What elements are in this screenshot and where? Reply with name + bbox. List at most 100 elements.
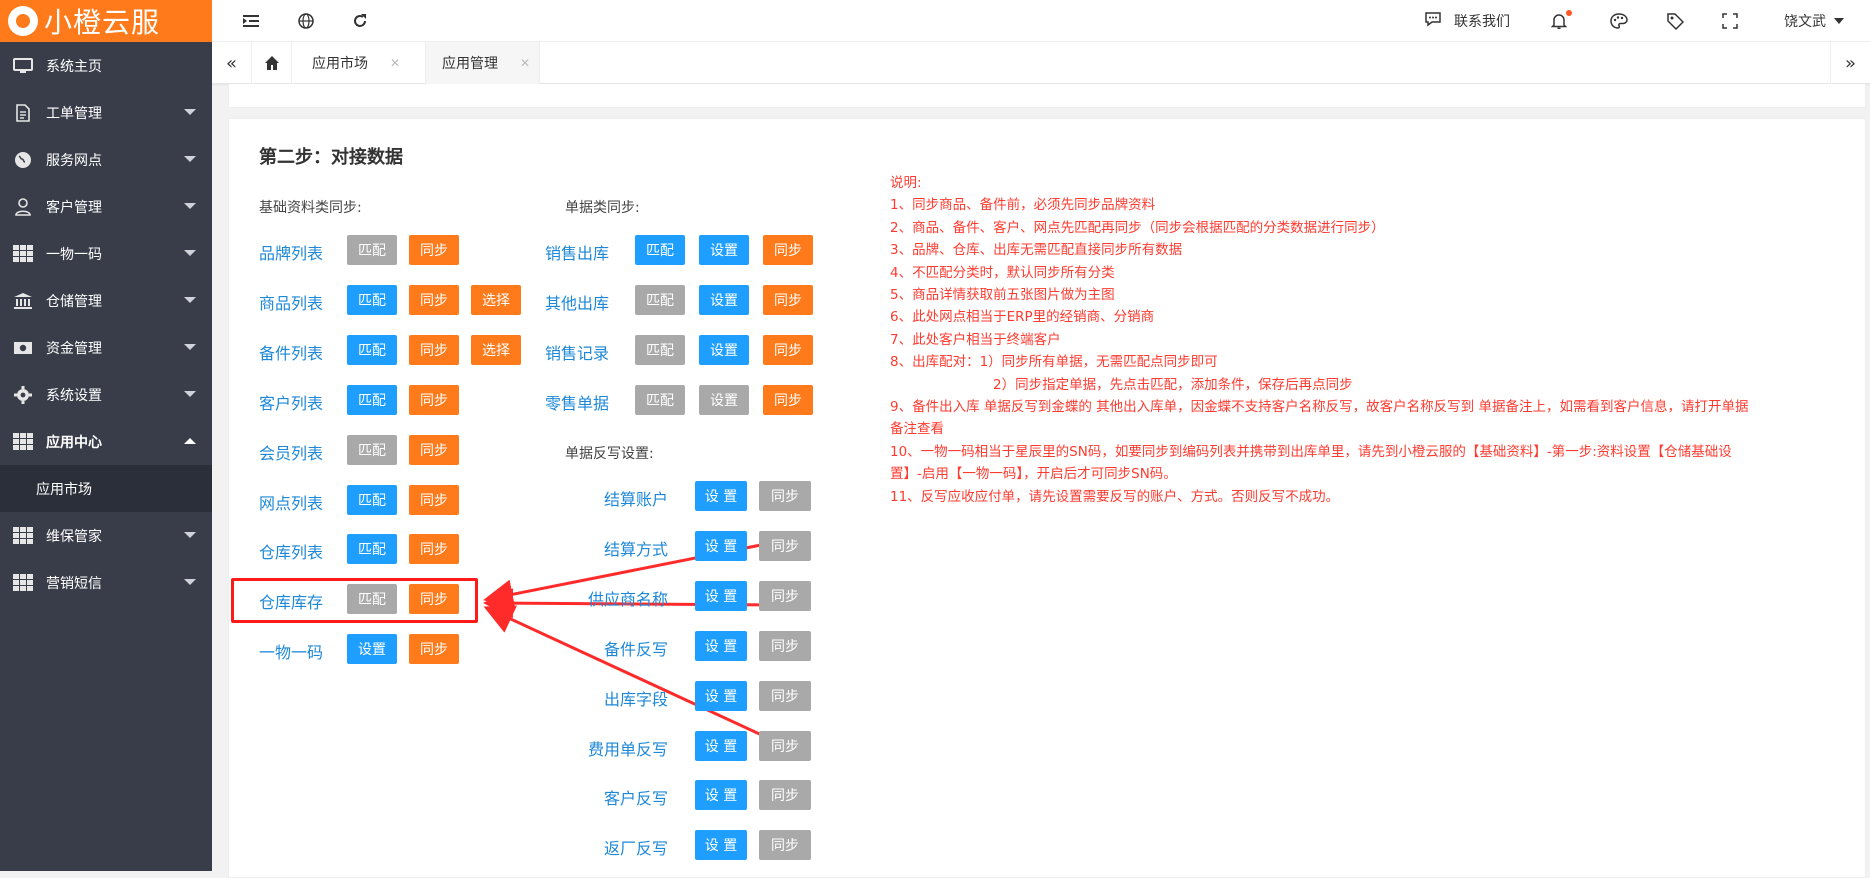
user-menu[interactable]: 饶文武 xyxy=(1784,0,1844,42)
sidebar-item-app-center[interactable]: 应用中心 xyxy=(0,418,212,465)
match-button[interactable]: 匹配 xyxy=(347,534,397,565)
sidebar-item-customers[interactable]: 客户管理 xyxy=(0,183,212,230)
sync-item-link[interactable]: 仓库列表 xyxy=(259,539,323,563)
sync-button[interactable]: 同步 xyxy=(409,584,459,615)
writeback-item-link[interactable]: 费用单反写 xyxy=(588,736,668,760)
match-button[interactable]: 匹配 xyxy=(635,235,685,265)
sync-button[interactable]: 同步 xyxy=(763,334,813,365)
match-button[interactable]: 匹配 xyxy=(347,434,397,465)
sync-button[interactable]: 同步 xyxy=(409,284,459,315)
sync-button[interactable]: 同步 xyxy=(759,530,811,561)
tab-app-management[interactable]: 应用管理 ✕ xyxy=(426,42,540,84)
sync-button[interactable]: 同步 xyxy=(409,484,459,515)
sync-button[interactable]: 同步 xyxy=(409,534,459,565)
settings-button[interactable]: 设 置 xyxy=(695,580,747,611)
sync-item-link[interactable]: 品牌列表 xyxy=(259,240,323,264)
writeback-item-link[interactable]: 客户反写 xyxy=(604,785,668,809)
sync-button[interactable]: 同步 xyxy=(759,780,811,811)
settings-button[interactable]: 设置 xyxy=(347,634,397,665)
sync-item-link[interactable]: 备件列表 xyxy=(259,340,323,364)
match-button[interactable]: 匹配 xyxy=(635,334,685,365)
home-tab-icon[interactable] xyxy=(252,42,292,84)
settings-button[interactable]: 设 置 xyxy=(695,481,747,511)
sync-item-link[interactable]: 销售记录 xyxy=(545,340,609,364)
sync-button[interactable]: 同步 xyxy=(409,235,459,265)
sidebar-item-sms[interactable]: 营销短信 xyxy=(0,559,212,606)
sidebar-item-home[interactable]: 系统主页 xyxy=(0,42,212,89)
sidebar-item-warehouse[interactable]: 仓储管理 xyxy=(0,277,212,324)
sync-item-link[interactable]: 其他出库 xyxy=(545,290,609,314)
globe-icon[interactable] xyxy=(298,0,314,42)
sync-item-link[interactable]: 销售出库 xyxy=(545,240,609,264)
sync-button[interactable]: 同步 xyxy=(759,680,811,711)
tag-icon[interactable] xyxy=(1666,0,1684,42)
sidebar-item-maintenance[interactable]: 维保管家 xyxy=(0,512,212,559)
contact-us-link[interactable]: 联系我们 xyxy=(1424,0,1510,42)
sync-button[interactable]: 同步 xyxy=(759,730,811,761)
sync-button[interactable]: 同步 xyxy=(409,334,459,365)
sync-item-link[interactable]: 会员列表 xyxy=(259,440,323,464)
sync-button[interactable]: 同步 xyxy=(409,434,459,465)
writeback-item-link[interactable]: 结算账户 xyxy=(604,486,668,510)
select-button[interactable]: 选择 xyxy=(471,284,521,315)
fullscreen-icon[interactable] xyxy=(1722,0,1738,42)
settings-button[interactable]: 设置 xyxy=(699,284,749,315)
sync-button[interactable]: 同步 xyxy=(409,384,459,415)
collapse-menu-icon[interactable] xyxy=(242,0,260,42)
sync-item-link[interactable]: 仓库库存 xyxy=(259,589,323,613)
sync-button[interactable]: 同步 xyxy=(759,830,811,861)
writeback-item-link[interactable]: 备件反写 xyxy=(604,636,668,660)
settings-button[interactable]: 设置 xyxy=(699,235,749,265)
writeback-item-link[interactable]: 返厂反写 xyxy=(604,835,668,859)
sync-button[interactable]: 同步 xyxy=(763,384,813,415)
writeback-item-link[interactable]: 结算方式 xyxy=(604,536,668,560)
tabs-scroll-left-icon[interactable]: « xyxy=(212,42,252,84)
settings-button[interactable]: 设 置 xyxy=(695,680,747,711)
sidebar-item-workorder[interactable]: 工单管理 xyxy=(0,89,212,136)
settings-button[interactable]: 设 置 xyxy=(695,630,747,661)
tab-app-market[interactable]: 应用市场 ✕ xyxy=(292,42,426,84)
sync-item-link[interactable]: 一物一码 xyxy=(259,639,323,663)
sync-button[interactable]: 同步 xyxy=(409,634,459,665)
sidebar-subitem-app-market[interactable]: 应用市场 xyxy=(0,465,212,512)
select-button[interactable]: 选择 xyxy=(471,334,521,365)
writeback-item-link[interactable]: 供应商名称 xyxy=(588,586,668,610)
settings-button[interactable]: 设置 xyxy=(699,384,749,415)
match-button[interactable]: 匹配 xyxy=(347,235,397,265)
sync-button[interactable]: 同步 xyxy=(759,481,811,511)
settings-button[interactable]: 设 置 xyxy=(695,730,747,761)
writeback-item-link[interactable]: 出库字段 xyxy=(604,686,668,710)
sync-item-link[interactable]: 商品列表 xyxy=(259,290,323,314)
match-button[interactable]: 匹配 xyxy=(347,484,397,515)
tabs-scroll-right-icon[interactable]: » xyxy=(1830,42,1870,84)
close-icon[interactable]: ✕ xyxy=(520,56,530,70)
settings-button[interactable]: 设 置 xyxy=(695,530,747,561)
sidebar-item-one-code[interactable]: 一物一码 xyxy=(0,230,212,277)
match-button[interactable]: 匹配 xyxy=(347,284,397,315)
match-button[interactable]: 匹配 xyxy=(347,334,397,365)
app-logo[interactable]: 小橙云服 xyxy=(0,0,212,42)
sync-button[interactable]: 同步 xyxy=(763,235,813,265)
match-button[interactable]: 匹配 xyxy=(635,284,685,315)
settings-button[interactable]: 设置 xyxy=(699,334,749,365)
sync-button[interactable]: 同步 xyxy=(759,580,811,611)
sync-button[interactable]: 同步 xyxy=(759,630,811,661)
sync-item-link[interactable]: 客户列表 xyxy=(259,390,323,414)
sidebar-item-funds[interactable]: 资金管理 xyxy=(0,324,212,371)
settings-button[interactable]: 设 置 xyxy=(695,830,747,861)
close-icon[interactable]: ✕ xyxy=(390,56,400,70)
sidebar: 系统主页 工单管理 服务网点 客户管理 一物一码 仓储管理 资金管理 系统设置 … xyxy=(0,42,212,871)
sync-item-link[interactable]: 零售单据 xyxy=(545,390,609,414)
sync-button[interactable]: 同步 xyxy=(763,284,813,315)
match-button[interactable]: 匹配 xyxy=(635,384,685,415)
chevron-up-icon xyxy=(184,438,196,444)
settings-button[interactable]: 设 置 xyxy=(695,780,747,811)
bell-icon[interactable] xyxy=(1550,0,1572,42)
match-button[interactable]: 匹配 xyxy=(347,584,397,615)
refresh-icon[interactable] xyxy=(352,0,368,42)
sync-item-link[interactable]: 网点列表 xyxy=(259,490,323,514)
match-button[interactable]: 匹配 xyxy=(347,384,397,415)
sidebar-item-service-points[interactable]: 服务网点 xyxy=(0,136,212,183)
sidebar-item-settings[interactable]: 系统设置 xyxy=(0,371,212,418)
palette-icon[interactable] xyxy=(1610,0,1628,42)
